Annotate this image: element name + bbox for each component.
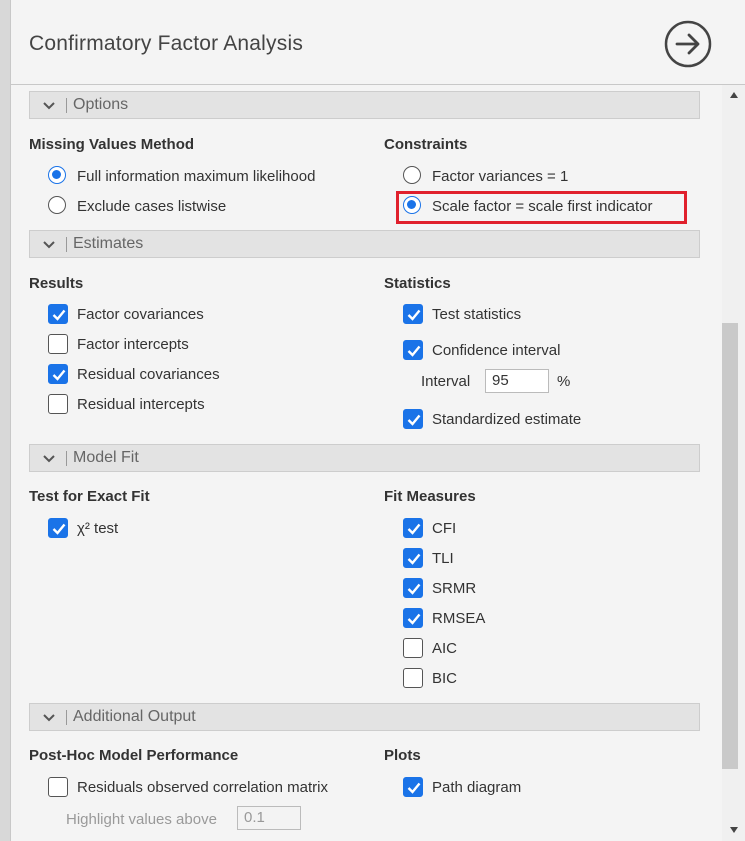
highlight-label: Highlight values above (66, 811, 217, 828)
group-label-results: Results (29, 275, 84, 292)
checkbox-label: BIC (432, 670, 458, 687)
checkbox[interactable] (48, 364, 68, 384)
scroll-down-icon[interactable] (729, 826, 739, 834)
group-label-plots: Plots (384, 747, 421, 764)
checkbox-label: AIC (432, 640, 458, 657)
checkbox-label: SRMR (432, 580, 477, 597)
section-label: Model Fit (73, 449, 139, 466)
group-label-post-hoc: Post-Hoc Model Performance (29, 747, 239, 764)
interval-input[interactable]: 95 (485, 369, 549, 393)
checkbox[interactable] (403, 777, 423, 797)
section-label: Additional Output (73, 708, 196, 725)
checkbox-label: TLI (432, 550, 454, 567)
group-label-statistics: Statistics (384, 275, 451, 292)
checkbox[interactable] (48, 304, 68, 324)
group-label-exact-fit: Test for Exact Fit (29, 488, 150, 505)
checkbox-label: Residuals observed correlation matrix (77, 779, 328, 796)
analysis-panel: Confirmatory Factor Analysis Options Mis… (10, 0, 745, 841)
section-label: Estimates (73, 235, 144, 252)
checkbox-label: Factor intercepts (77, 336, 189, 353)
highlight-input[interactable]: 0.1 (237, 806, 301, 830)
checkbox-label: Residual intercepts (77, 396, 205, 413)
radio-button[interactable] (48, 196, 66, 214)
checkbox[interactable] (403, 304, 423, 324)
group-label-fit-measures: Fit Measures (384, 488, 476, 505)
checkbox[interactable] (48, 334, 68, 354)
checkbox[interactable] (403, 340, 423, 360)
checkbox[interactable] (403, 638, 423, 658)
section-header-estimates[interactable]: Estimates (29, 230, 700, 258)
group-label-missing-values: Missing Values Method (29, 136, 195, 153)
checkbox[interactable] (48, 518, 68, 538)
checkbox-label: CFI (432, 520, 457, 537)
interval-label: Interval (421, 373, 471, 390)
radio-label: Exclude cases listwise (77, 198, 227, 215)
divider (66, 237, 67, 252)
checkbox[interactable] (403, 578, 423, 598)
checkbox[interactable] (403, 409, 423, 429)
checkbox-label: Residual covariances (77, 366, 220, 383)
group-label-constraints: Constraints (384, 136, 468, 153)
checkbox[interactable] (403, 608, 423, 628)
checkbox[interactable] (48, 777, 68, 797)
chevron-down-icon (43, 714, 55, 722)
checkbox[interactable] (403, 668, 423, 688)
section-header-additional-output[interactable]: Additional Output (29, 703, 700, 731)
section-header-model-fit[interactable]: Model Fit (29, 444, 700, 472)
chevron-down-icon (43, 102, 55, 110)
radio-button[interactable] (48, 166, 66, 184)
radio-button[interactable] (403, 166, 421, 184)
checkbox-label: Standardized estimate (432, 411, 582, 428)
panel-header: Confirmatory Factor Analysis (11, 0, 745, 85)
section-header-options[interactable]: Options (29, 91, 700, 119)
checkbox-label: Test statistics (432, 306, 522, 323)
checkbox-label: Factor covariances (77, 306, 204, 323)
divider (66, 98, 67, 113)
checkbox-label: Path diagram (432, 779, 522, 796)
section-label: Options (73, 96, 129, 113)
radio-label: Factor variances = 1 (432, 168, 569, 185)
arrow-right-circle-icon[interactable] (664, 20, 712, 68)
divider (66, 710, 67, 725)
interval-unit: % (557, 373, 571, 390)
scroll-thumb[interactable] (722, 323, 738, 769)
checkbox[interactable] (48, 394, 68, 414)
divider (66, 451, 67, 466)
checkbox[interactable] (403, 548, 423, 568)
radio-label: Full information maximum likelihood (77, 168, 316, 185)
checkbox-label: χ² test (77, 520, 119, 537)
checkbox[interactable] (403, 518, 423, 538)
scroll-up-icon[interactable] (729, 91, 739, 99)
checkbox-label: RMSEA (432, 610, 486, 627)
chevron-down-icon (43, 241, 55, 249)
options-content: Options Missing Values Method Full infor… (11, 85, 721, 841)
page-title: Confirmatory Factor Analysis (29, 32, 304, 55)
chevron-down-icon (43, 455, 55, 463)
scrollbar[interactable] (722, 85, 745, 841)
highlight-box (396, 191, 687, 224)
checkbox-label: Confidence interval (432, 342, 561, 359)
